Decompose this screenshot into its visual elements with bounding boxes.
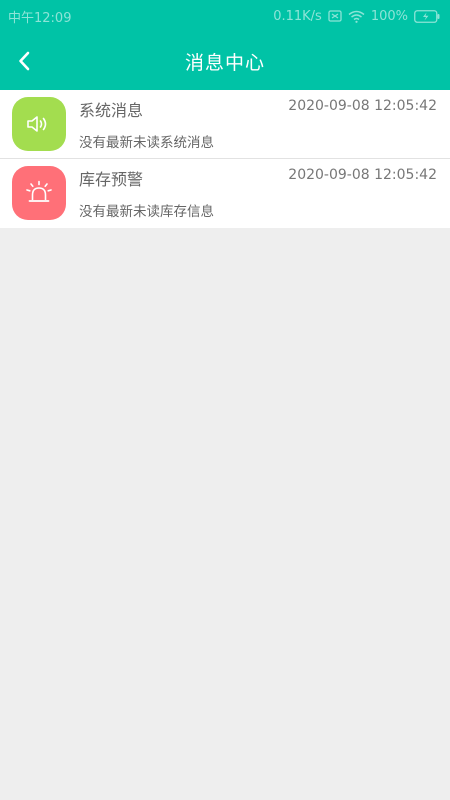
status-bar: 中午12:09 0.11K/s 100% (0, 0, 450, 32)
page-title: 消息中心 (184, 51, 265, 74)
speaker-icon (27, 116, 47, 132)
sim-icon (328, 10, 342, 22)
list-item-system-message[interactable]: 系统消息 2020-09-08 12:05:42 没有最新未读系统消息 (0, 90, 450, 159)
message-list: 系统消息 2020-09-08 12:05:42 没有最新未读系统消息 库存预警… (0, 90, 450, 228)
list-item-stock-warning[interactable]: 库存预警 2020-09-08 12:05:42 没有最新未读库存信息 (0, 159, 450, 228)
battery-icon (414, 9, 440, 23)
app-root: 中午12:09 0.11K/s 100% 消息中心 系统消息 2020-09-0… (0, 0, 450, 800)
back-button[interactable] (0, 32, 48, 90)
page-header: 消息中心 (0, 32, 450, 90)
message-preview: 没有最新未读系统消息 (79, 135, 214, 151)
stock-warning-avatar (12, 166, 66, 220)
battery-percent: 100% (370, 8, 408, 24)
status-indicators: 0.11K/s 100% (273, 9, 440, 24)
message-time: 2020-09-08 12:05:42 (288, 167, 437, 183)
message-preview: 没有最新未读库存信息 (79, 204, 214, 220)
network-speed: 0.11K/s (273, 8, 322, 24)
message-time: 2020-09-08 12:05:42 (288, 98, 437, 114)
chevron-left-icon (19, 51, 30, 71)
system-message-avatar (12, 97, 66, 151)
status-time: 中午12:09 (8, 10, 72, 26)
alarm-light-icon (26, 180, 52, 202)
message-title: 库存预警 (79, 170, 144, 189)
message-title: 系统消息 (79, 101, 144, 120)
wifi-icon (348, 10, 365, 23)
